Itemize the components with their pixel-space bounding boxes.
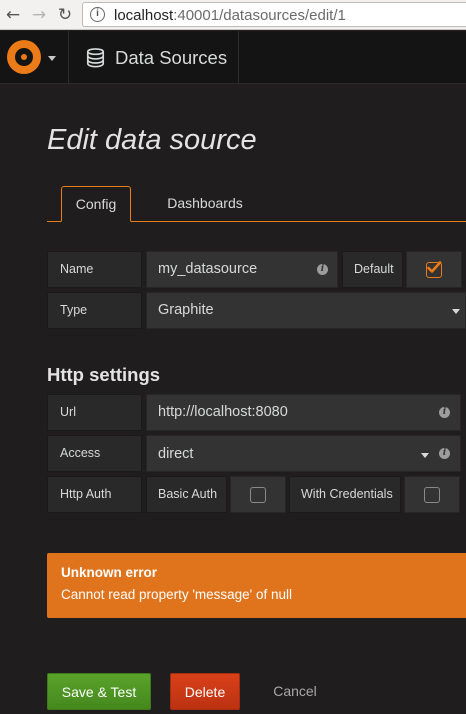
access-select-value: direct	[158, 446, 194, 462]
page-title: Edit data source	[47, 124, 257, 156]
url-input[interactable]: http://localhost:8080 i	[146, 394, 461, 431]
database-icon	[86, 48, 105, 68]
access-label: Access	[47, 435, 142, 472]
grafana-logo-icon	[7, 40, 41, 74]
top-navbar: Data Sources	[0, 31, 466, 84]
chevron-down-icon	[421, 453, 429, 458]
with-credentials-checkbox[interactable]	[404, 476, 460, 513]
checkbox-unchecked-icon	[250, 487, 266, 503]
type-label: Type	[47, 292, 142, 329]
http-auth-label: Http Auth	[47, 476, 142, 513]
grafana-menu-button[interactable]	[0, 31, 69, 84]
address-text: localhost:40001/datasources/edit/1	[114, 7, 346, 24]
tab-config[interactable]: Config	[61, 186, 131, 222]
breadcrumb-label: Data Sources	[115, 47, 228, 68]
tab-dashboards[interactable]: Dashboards	[154, 186, 256, 222]
name-label: Name	[47, 251, 142, 288]
forward-icon[interactable]: →	[28, 4, 50, 26]
type-select[interactable]: Graphite	[146, 292, 466, 329]
address-bar[interactable]: i localhost:40001/datasources/edit/1	[82, 2, 466, 27]
default-checkbox[interactable]	[406, 251, 462, 288]
default-label: Default	[342, 251, 403, 288]
chevron-down-icon	[452, 309, 460, 314]
info-icon[interactable]: i	[317, 264, 328, 275]
http-settings-heading: Http settings	[47, 364, 161, 385]
name-input[interactable]: my_datasource i	[146, 251, 338, 288]
info-icon[interactable]: i	[439, 407, 450, 418]
back-icon[interactable]: ←	[2, 4, 24, 26]
delete-button[interactable]: Delete	[170, 673, 240, 710]
save-test-button[interactable]: Save & Test	[47, 673, 151, 710]
with-credentials-label: With Credentials	[289, 476, 401, 513]
type-select-value: Graphite	[158, 302, 214, 318]
cancel-link[interactable]: Cancel	[260, 673, 330, 710]
url-input-value: http://localhost:8080	[158, 404, 288, 420]
basic-auth-checkbox[interactable]	[230, 476, 286, 513]
checkbox-unchecked-icon	[424, 487, 440, 503]
reload-icon[interactable]: ↻	[54, 4, 76, 26]
name-input-value: my_datasource	[158, 261, 258, 277]
browser-toolbar: ← → ↻ i localhost:40001/datasources/edit…	[0, 0, 466, 30]
info-icon[interactable]: i	[439, 448, 450, 459]
error-alert: Unknown error Cannot read property 'mess…	[47, 553, 466, 618]
basic-auth-label: Basic Auth	[146, 476, 227, 513]
breadcrumb[interactable]: Data Sources	[69, 31, 239, 84]
url-label: Url	[47, 394, 142, 431]
alert-message: Cannot read property 'message' of null	[61, 587, 293, 602]
chevron-down-icon	[48, 56, 56, 61]
access-select[interactable]: direct i	[146, 435, 461, 472]
checkbox-checked-icon	[426, 261, 442, 278]
alert-title: Unknown error	[61, 565, 158, 580]
page-info-icon[interactable]: i	[90, 7, 105, 22]
